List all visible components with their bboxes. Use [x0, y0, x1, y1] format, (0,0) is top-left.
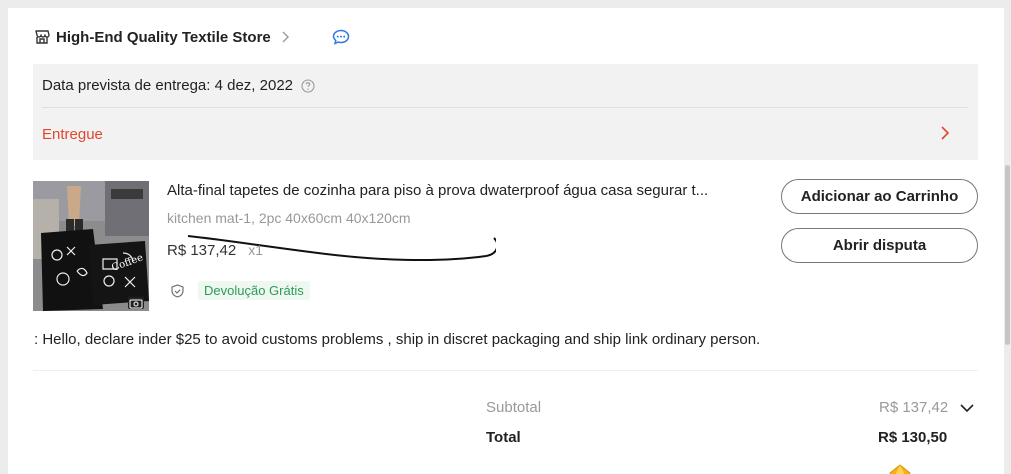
- chat-icon[interactable]: [332, 29, 350, 45]
- delivery-date: Data prevista de entrega: 4 dez, 2022: [42, 77, 294, 94]
- help-icon[interactable]: [301, 78, 315, 93]
- divider: [33, 370, 978, 371]
- product-variant: kitchen mat-1, 2pc 40x60cm 40x120cm: [167, 210, 411, 226]
- scrollbar[interactable]: [1004, 0, 1011, 474]
- coin-icon: [889, 464, 911, 474]
- order-card: High-End Quality Textile Store Data prev…: [8, 8, 1004, 474]
- chevron-right-icon[interactable]: [280, 31, 290, 43]
- delivery-status[interactable]: Entregue: [42, 126, 103, 143]
- shield-check-icon: [171, 283, 184, 298]
- store-name[interactable]: High-End Quality Textile Store: [56, 29, 271, 46]
- total-label: Total: [486, 429, 521, 446]
- return-row: Devolução Grátis: [171, 281, 310, 300]
- total-value: R$ 130,50: [878, 429, 948, 446]
- price-row: R$ 137,42 x1: [167, 242, 263, 259]
- free-return-badge: Devolução Grátis: [198, 281, 310, 300]
- scrollbar-thumb[interactable]: [1005, 165, 1010, 345]
- chevron-down-icon[interactable]: [959, 402, 975, 414]
- product-image[interactable]: Coffee: [33, 181, 149, 311]
- subtotal-value: R$ 137,42: [879, 399, 949, 416]
- buyer-note: : Hello, declare inder $25 to avoid cust…: [34, 331, 761, 348]
- open-dispute-button[interactable]: Abrir disputa: [781, 228, 978, 263]
- delivery-date-row: Data prevista de entrega: 4 dez, 2022: [42, 77, 315, 94]
- divider: [42, 107, 968, 108]
- subtotal-label: Subtotal: [486, 399, 542, 416]
- store-icon: [35, 30, 50, 44]
- add-to-cart-button[interactable]: Adicionar ao Carrinho: [781, 179, 978, 214]
- product-title[interactable]: Alta-final tapetes de cozinha para piso …: [167, 182, 757, 199]
- product-price: R$ 137,42: [167, 242, 237, 259]
- chevron-right-icon[interactable]: [940, 125, 950, 141]
- delivery-panel: Data prevista de entrega: 4 dez, 2022 En…: [33, 64, 978, 160]
- product-quantity: x1: [248, 242, 264, 258]
- store-header[interactable]: High-End Quality Textile Store: [34, 26, 350, 48]
